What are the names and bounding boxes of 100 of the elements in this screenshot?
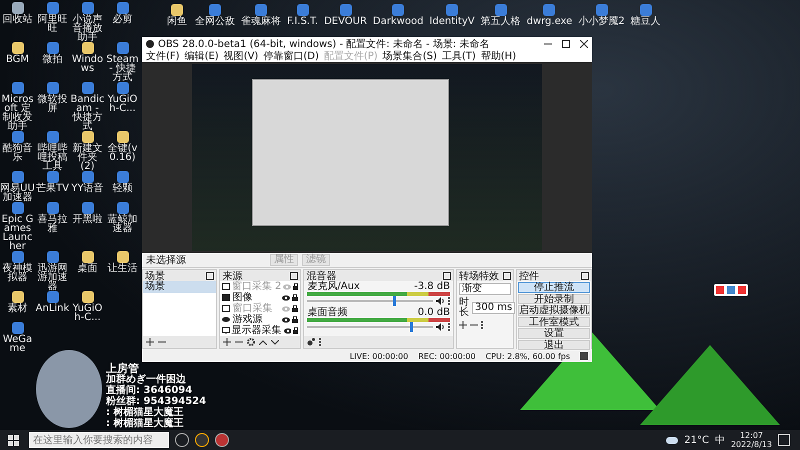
desktop-shortcut[interactable]: WeGame	[0, 322, 35, 353]
desktop-shortcut[interactable]: 网易UU加速器	[0, 171, 35, 202]
desktop-shortcut[interactable]: 全键(v0.16)	[105, 131, 140, 171]
eye-icon[interactable]	[284, 328, 291, 334]
desktop-shortcut[interactable]: Epic Games Launcher	[0, 202, 35, 251]
notification-icon[interactable]	[778, 434, 790, 446]
menu-item[interactable]: 工具(T)	[442, 49, 476, 63]
desktop-shortcut[interactable]: Steam - 快捷方式	[105, 42, 140, 82]
app-icon	[46, 202, 58, 214]
desktop-shortcut[interactable]: 必剪	[105, 2, 140, 42]
eye-icon[interactable]	[282, 294, 290, 300]
desktop-shortcut[interactable]: 新建文件夹 (2)	[70, 131, 105, 171]
lock-icon[interactable]	[292, 294, 298, 301]
desktop-shortcut[interactable]: Windows	[70, 42, 105, 82]
menu-item[interactable]: 视图(V)	[224, 49, 258, 63]
up-icon[interactable]	[259, 340, 268, 344]
desktop-shortcut[interactable]: 哔哩哔哩投稿工具	[35, 131, 70, 171]
desktop-shortcut[interactable]: 全网公敌	[195, 4, 235, 26]
add-icon[interactable]	[459, 321, 467, 329]
lock-icon[interactable]	[292, 283, 298, 290]
desktop-shortcut[interactable]: IdentityV	[429, 4, 475, 26]
control-button[interactable]: 开始录制	[518, 294, 590, 304]
menu-item[interactable]: 文件(F)	[146, 49, 180, 63]
app-icon[interactable]	[215, 433, 229, 447]
app-icon	[12, 42, 24, 54]
eye-icon[interactable]	[282, 316, 290, 322]
more-icon[interactable]	[319, 338, 322, 346]
undock-icon[interactable]	[443, 272, 451, 280]
desktop-shortcut[interactable]: Darkwood	[372, 4, 424, 26]
speaker-icon[interactable]	[436, 323, 445, 331]
search-field[interactable]: 在这里输入你要搜索的内容	[29, 432, 169, 448]
app-icon[interactable]	[195, 433, 209, 447]
desktop-shortcut[interactable]: Bandicam - 快捷方式	[70, 82, 105, 131]
control-button[interactable]: 设置	[518, 328, 590, 338]
desktop-shortcut[interactable]: 回收站	[0, 2, 35, 42]
desktop-shortcut[interactable]: 蓝鲸加速器	[105, 202, 140, 251]
desktop-shortcut[interactable]: DEVOUR	[324, 4, 367, 26]
maximize-icon[interactable]	[562, 40, 570, 48]
lock-icon[interactable]	[292, 305, 298, 312]
desktop-shortcut[interactable]: 小小梦魇2	[578, 4, 625, 26]
desktop-shortcut[interactable]: BGM	[0, 42, 35, 82]
desktop-shortcut[interactable]: 轻颗	[105, 171, 140, 202]
undock-icon[interactable]	[290, 272, 298, 280]
add-icon[interactable]	[146, 338, 154, 346]
speaker-icon[interactable]	[436, 297, 445, 305]
scene-item[interactable]: 场景	[143, 281, 216, 293]
undock-icon[interactable]	[206, 272, 214, 280]
add-icon[interactable]	[223, 338, 232, 346]
desktop-shortcut[interactable]: 第五人格	[480, 4, 521, 26]
down-icon[interactable]	[271, 340, 280, 344]
window-icon	[222, 283, 230, 290]
control-button[interactable]: 停止推流	[518, 282, 590, 292]
dock-title: 场景	[145, 270, 165, 282]
desktop-shortcut[interactable]: 喜马拉雅	[35, 202, 70, 251]
channel-name: 桌面音频	[307, 308, 348, 318]
window-title: OBS 28.0.0-beta1 (64-bit, windows) - 配置文件: 未命名 - 场景: 未命名	[158, 38, 490, 50]
desktop-shortcut[interactable]: 让生活	[105, 251, 140, 291]
desktop-shortcut[interactable]: 素材	[0, 291, 35, 322]
desktop-shortcut[interactable]: 开黑啦	[70, 202, 105, 251]
menu-item[interactable]: 场景集合(S)	[382, 49, 437, 63]
lock-icon[interactable]	[292, 327, 298, 334]
control-button[interactable]: 退出	[518, 340, 590, 350]
source-item[interactable]: 图像	[220, 292, 300, 303]
windows-start-icon[interactable]	[8, 434, 19, 446]
desktop-shortcut[interactable]: 阿里旺旺	[35, 2, 70, 42]
desktop-shortcut[interactable]: dwrg.exe	[526, 4, 572, 26]
app-icon	[82, 251, 94, 263]
desktop-shortcut[interactable]: 芒果TV	[35, 171, 70, 202]
undock-icon[interactable]	[581, 272, 589, 280]
desktop-shortcut[interactable]: 迅游网游加速器	[35, 251, 70, 291]
menu-item[interactable]: 帮助(H)	[480, 49, 516, 63]
lock-icon[interactable]	[292, 316, 298, 323]
desktop-shortcut[interactable]: 酷狗音乐	[0, 131, 35, 171]
desktop-shortcut[interactable]: 雀魂麻将	[241, 4, 281, 26]
desktop-shortcut[interactable]: F.I.S.T.	[287, 4, 318, 26]
desktop-shortcut[interactable]: 微软投屏	[35, 82, 70, 131]
desktop-shortcut[interactable]: 闲鱼	[165, 4, 189, 26]
desktop-shortcut[interactable]: AnLink	[35, 291, 70, 322]
desktop-shortcut[interactable]: YuGiOh-C...	[70, 291, 105, 322]
duration-field[interactable]: 300 ms	[472, 302, 516, 314]
menu-item[interactable]: 停靠窗口(D)	[263, 49, 319, 63]
app-icon	[82, 131, 94, 143]
source-item[interactable]: 游戏源	[220, 314, 300, 325]
input-method-indicator[interactable]: 中	[714, 433, 725, 447]
desktop-shortcut[interactable]: 桌面	[70, 251, 105, 291]
desktop-shortcut[interactable]: YY语音	[70, 171, 105, 202]
source-item[interactable]: 显示器采集	[220, 325, 300, 336]
desktop-shortcut[interactable]: 夜神模拟器	[0, 251, 35, 291]
control-button[interactable]: 工作室模式	[518, 316, 590, 327]
control-button[interactable]: 启动虚拟摄像机	[518, 305, 590, 316]
desktop-shortcut[interactable]: 小说声音播放助手	[70, 2, 105, 42]
transition-select[interactable]: 渐变	[459, 283, 511, 295]
menu-item[interactable]: 编辑(E)	[184, 49, 219, 63]
close-icon[interactable]	[580, 40, 588, 48]
undock-icon[interactable]	[503, 272, 511, 280]
clock-date: 2022/8/13	[730, 440, 772, 449]
desktop-shortcut[interactable]: 微拍	[35, 42, 70, 82]
desktop-shortcut[interactable]: 糖豆人	[630, 4, 661, 26]
desktop-shortcut[interactable]: Microsoft 定制收发助手	[0, 82, 35, 131]
desktop-shortcut[interactable]: YuGiOh-C...	[105, 82, 140, 131]
